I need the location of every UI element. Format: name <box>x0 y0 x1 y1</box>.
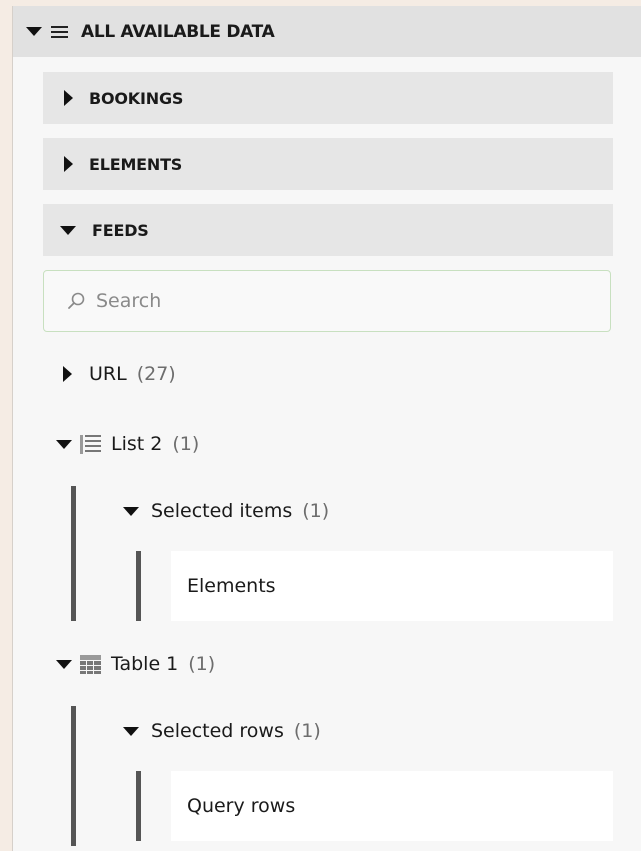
section-bookings[interactable]: BOOKINGS <box>43 72 613 124</box>
tree-item-selected-items[interactable]: Selected items (1) <box>123 491 329 531</box>
tree-item-table-1-label: Table 1 <box>111 653 179 675</box>
section-bookings-label: BOOKINGS <box>89 88 184 108</box>
search-box <box>43 270 611 332</box>
search-icon <box>66 291 86 311</box>
section-elements-label: ELEMENTS <box>89 154 183 174</box>
caret-right-icon[interactable] <box>63 366 72 382</box>
tree-item-list-2-count: (1) <box>172 433 200 455</box>
caret-right-icon <box>64 156 73 172</box>
hamburger-menu-icon[interactable] <box>51 25 68 38</box>
tree-item-list-2[interactable]: List 2 (1) <box>56 424 199 464</box>
tree-leaf-elements[interactable]: Elements <box>171 551 613 621</box>
tree-guide-line <box>136 771 141 841</box>
tree-item-selected-rows-count: (1) <box>293 720 321 742</box>
section-elements[interactable]: ELEMENTS <box>43 138 613 190</box>
tree-item-selected-rows-label: Selected rows <box>151 720 284 742</box>
caret-down-icon <box>60 225 76 235</box>
data-panel: ALL AVAILABLE DATA BOOKINGS ELEMENTS FEE… <box>12 6 641 851</box>
tree-item-url-count: (27) <box>136 363 176 385</box>
section-feeds[interactable]: FEEDS <box>43 204 613 256</box>
caret-down-icon[interactable] <box>56 659 72 669</box>
tree-guide-line <box>71 706 76 846</box>
tree-item-selected-items-label: Selected items <box>151 500 293 522</box>
search-input[interactable] <box>94 289 578 313</box>
section-feeds-label: FEEDS <box>92 220 149 240</box>
tree-leaf-elements-label: Elements <box>187 575 276 597</box>
caret-down-icon[interactable] <box>123 726 139 736</box>
tree-guide-line <box>136 551 141 621</box>
caret-down-icon[interactable] <box>56 439 72 449</box>
tree-item-table-1-count: (1) <box>188 653 216 675</box>
tree-leaf-query-rows-label: Query rows <box>187 795 296 817</box>
tree-item-url[interactable]: URL (27) <box>63 354 176 394</box>
all-available-data-header[interactable]: ALL AVAILABLE DATA <box>13 6 641 57</box>
table-icon <box>80 654 101 675</box>
tree-item-selected-items-count: (1) <box>302 500 330 522</box>
caret-right-icon <box>64 90 73 106</box>
caret-down-icon[interactable] <box>26 27 42 36</box>
root-title: ALL AVAILABLE DATA <box>81 21 275 42</box>
tree-item-list-2-label: List 2 <box>111 433 163 455</box>
tree-item-url-label: URL <box>89 363 127 385</box>
tree-guide-line <box>71 486 76 621</box>
caret-down-icon[interactable] <box>123 506 139 516</box>
list-icon <box>80 434 101 455</box>
tree-item-selected-rows[interactable]: Selected rows (1) <box>123 711 321 751</box>
tree-item-table-1[interactable]: Table 1 (1) <box>56 644 215 684</box>
tree-leaf-query-rows[interactable]: Query rows <box>171 771 613 841</box>
